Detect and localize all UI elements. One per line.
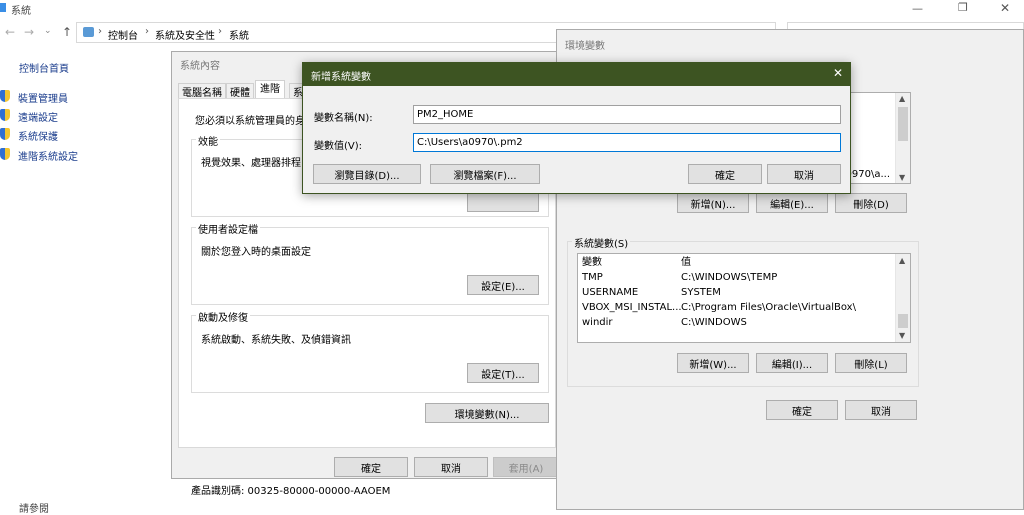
breadcrumb-control-panel[interactable]: 控制台 bbox=[108, 27, 138, 42]
variable-name-label: 變數名稱(N): bbox=[314, 113, 373, 124]
up-arrow-icon[interactable]: ↑ bbox=[62, 25, 72, 39]
sidebar-home-link[interactable]: 控制台首頁 bbox=[19, 60, 69, 75]
ok-button[interactable]: 確定 bbox=[688, 164, 762, 184]
variable-value: C:\WINDOWS\TEMP bbox=[681, 272, 778, 283]
system-variables-list[interactable]: 變數 值 TMP C:\WINDOWS\TEMP USERNAME SYSTEM… bbox=[577, 253, 911, 343]
table-row[interactable]: windir C:\WINDOWS bbox=[582, 316, 898, 330]
system-variables-title: 系統變數(S) bbox=[572, 235, 631, 250]
startup-recovery-settings-button[interactable]: 設定(T)... bbox=[467, 363, 539, 383]
scroll-up-icon[interactable]: ▲ bbox=[899, 256, 905, 265]
dialog-title: 環境變數 bbox=[565, 41, 605, 52]
table-row[interactable]: VBOX_MSI_INSTAL... C:\Program Files\Orac… bbox=[582, 301, 898, 315]
variable-value: C:\Program Files\Oracle\VirtualBox\ bbox=[681, 302, 856, 313]
tab-advanced[interactable]: 進階 bbox=[255, 80, 285, 99]
user-profiles-title: 使用者設定檔 bbox=[196, 221, 260, 236]
cancel-button[interactable]: 取消 bbox=[845, 400, 917, 420]
environment-variables-button[interactable]: 環境變數(N)... bbox=[425, 403, 549, 423]
dialog-title-bar: 新增系統變數 ✕ bbox=[303, 63, 850, 86]
shield-icon bbox=[0, 128, 10, 140]
window-title: 系統 bbox=[11, 6, 31, 17]
system-delete-button[interactable]: 刪除(L) bbox=[835, 353, 907, 373]
control-panel-icon bbox=[83, 27, 94, 37]
variable-value-input[interactable]: C:\Users\a0970\.pm2 bbox=[413, 133, 841, 152]
breadcrumb-separator-icon: › bbox=[218, 26, 222, 37]
back-arrow-icon[interactable]: ← bbox=[5, 25, 15, 39]
browse-directory-button[interactable]: 瀏覽目錄(D)... bbox=[313, 164, 421, 184]
sidebar-item-label: 進階系統設定 bbox=[18, 152, 78, 163]
user-edit-button[interactable]: 編輯(E)... bbox=[756, 193, 828, 213]
user-new-button[interactable]: 新增(N)... bbox=[677, 193, 749, 213]
user-profiles-desc: 關於您登入時的桌面設定 bbox=[201, 247, 311, 258]
see-also-heading: 請參閱 bbox=[19, 504, 49, 515]
performance-settings-button[interactable] bbox=[467, 192, 539, 212]
user-variable-value-partial: 0970\a... bbox=[845, 169, 890, 180]
variable-name: TMP bbox=[582, 272, 603, 283]
system-edit-button[interactable]: 編輯(I)... bbox=[756, 353, 828, 373]
startup-recovery-desc: 系統啟動、系統失敗、及偵錯資訊 bbox=[201, 335, 351, 346]
close-icon[interactable]: ✕ bbox=[833, 66, 843, 80]
system-list-scrollbar[interactable]: ▲ ▼ bbox=[895, 254, 910, 342]
ok-button[interactable]: 確定 bbox=[766, 400, 838, 420]
scroll-thumb[interactable] bbox=[898, 314, 908, 328]
scroll-thumb[interactable] bbox=[898, 107, 908, 141]
sidebar-item-label: 系統保護 bbox=[18, 132, 58, 143]
minimize-icon[interactable]: — bbox=[912, 2, 923, 15]
browse-file-button[interactable]: 瀏覽檔案(F)... bbox=[430, 164, 540, 184]
variable-name: USERNAME bbox=[582, 287, 639, 298]
startup-recovery-title: 啟動及修復 bbox=[196, 309, 250, 324]
new-system-variable-dialog: 新增系統變數 ✕ 變數名稱(N): PM2_HOME 變數值(V): C:\Us… bbox=[302, 62, 851, 194]
scroll-down-icon[interactable]: ▼ bbox=[899, 331, 905, 340]
sidebar-item-label: 遠端設定 bbox=[18, 113, 58, 124]
scroll-up-icon[interactable]: ▲ bbox=[899, 94, 905, 103]
breadcrumb-security[interactable]: 系統及安全性 bbox=[155, 27, 215, 42]
user-delete-button[interactable]: 刪除(D) bbox=[835, 193, 907, 213]
cancel-button[interactable]: 取消 bbox=[414, 457, 488, 477]
variable-value: C:\WINDOWS bbox=[681, 317, 747, 328]
table-row[interactable]: TMP C:\WINDOWS\TEMP bbox=[582, 271, 898, 285]
shield-icon bbox=[0, 90, 10, 102]
forward-arrow-icon[interactable]: → bbox=[24, 25, 34, 39]
startup-recovery-group: 啟動及修復 系統啟動、系統失敗、及偵錯資訊 設定(T)... bbox=[191, 309, 549, 393]
window-title-bar: 系統 — ❐ ✕ bbox=[0, 0, 1024, 18]
tab-label: 進階 bbox=[260, 84, 280, 95]
variable-value: SYSTEM bbox=[681, 287, 721, 298]
variable-name: VBOX_MSI_INSTAL... bbox=[582, 302, 682, 313]
system-icon bbox=[0, 3, 6, 12]
user-profiles-settings-button[interactable]: 設定(E)... bbox=[467, 275, 539, 295]
performance-title: 效能 bbox=[196, 133, 220, 148]
column-header-value[interactable]: 值 bbox=[681, 256, 691, 270]
variable-value-label: 變數值(V): bbox=[314, 141, 363, 152]
breadcrumb-separator-icon: › bbox=[98, 26, 102, 37]
dialog-title: 系統內容 bbox=[180, 61, 220, 72]
close-icon[interactable]: ✕ bbox=[1000, 1, 1010, 15]
breadcrumb-system[interactable]: 系統 bbox=[229, 27, 249, 42]
sidebar-item-label: 裝置管理員 bbox=[18, 94, 68, 105]
variable-name-input[interactable]: PM2_HOME bbox=[413, 105, 841, 124]
ok-button[interactable]: 確定 bbox=[334, 457, 408, 477]
cancel-button[interactable]: 取消 bbox=[767, 164, 841, 184]
shield-icon bbox=[0, 109, 10, 121]
dropdown-chevron-icon[interactable]: ⌄ bbox=[44, 26, 52, 36]
shield-icon bbox=[0, 148, 10, 160]
table-row[interactable]: USERNAME SYSTEM bbox=[582, 286, 898, 300]
maximize-icon[interactable]: ❐ bbox=[958, 1, 968, 14]
dialog-title: 新增系統變數 bbox=[311, 72, 371, 83]
performance-desc: 視覺效果、處理器排程 bbox=[201, 158, 301, 169]
system-new-button[interactable]: 新增(W)... bbox=[677, 353, 749, 373]
breadcrumb-separator-icon: › bbox=[145, 26, 149, 37]
user-profiles-group: 使用者設定檔 關於您登入時的桌面設定 設定(E)... bbox=[191, 221, 549, 305]
user-list-scrollbar[interactable]: ▲ ▼ bbox=[895, 93, 910, 183]
admin-note: 您必須以系統管理員的身 bbox=[195, 116, 305, 127]
scroll-down-icon[interactable]: ▼ bbox=[899, 173, 905, 182]
variable-name: windir bbox=[582, 317, 613, 328]
apply-button[interactable]: 套用(A) bbox=[493, 457, 559, 477]
column-header-variable[interactable]: 變數 bbox=[582, 256, 602, 270]
product-id: 產品識別碼: 00325-80000-00000-AAOEM bbox=[191, 486, 391, 497]
